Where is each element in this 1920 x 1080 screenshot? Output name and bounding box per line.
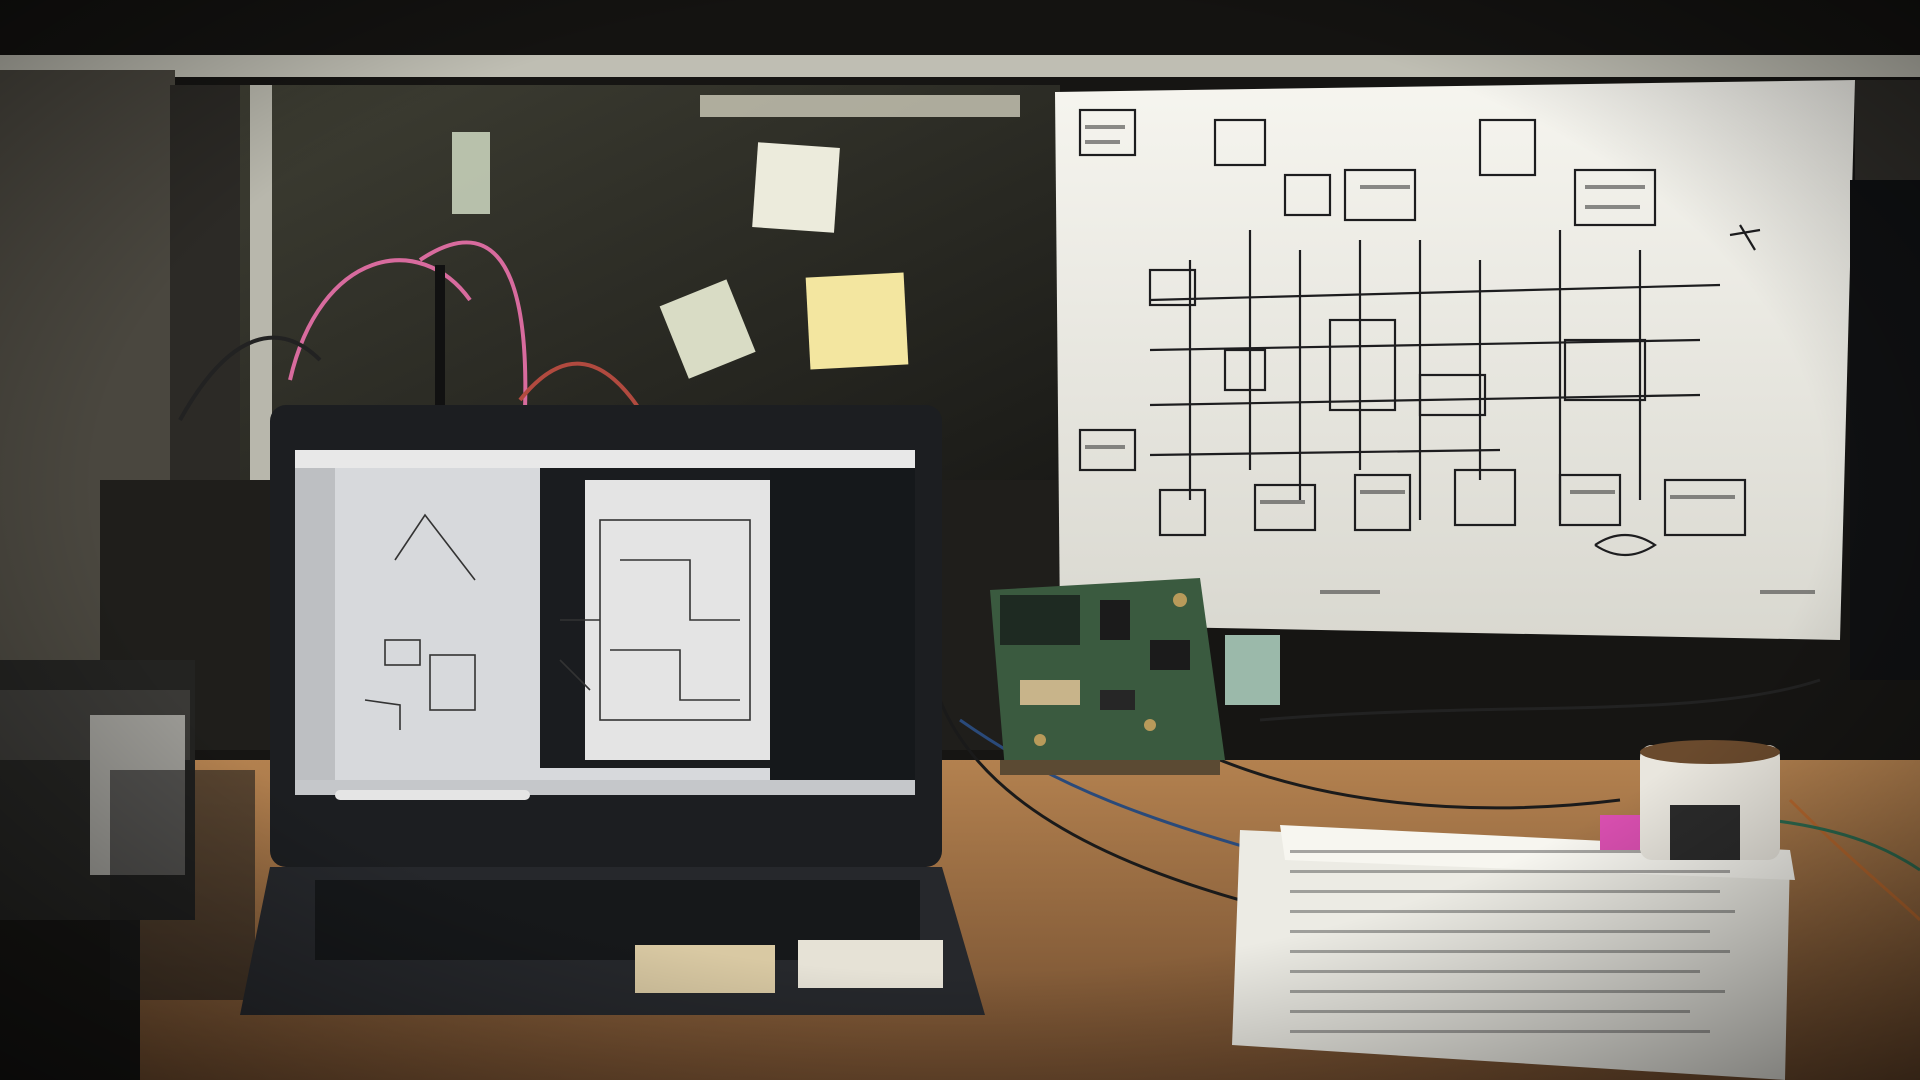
desk-scene [0, 0, 1920, 1080]
vignette-overlay [0, 0, 1920, 1080]
